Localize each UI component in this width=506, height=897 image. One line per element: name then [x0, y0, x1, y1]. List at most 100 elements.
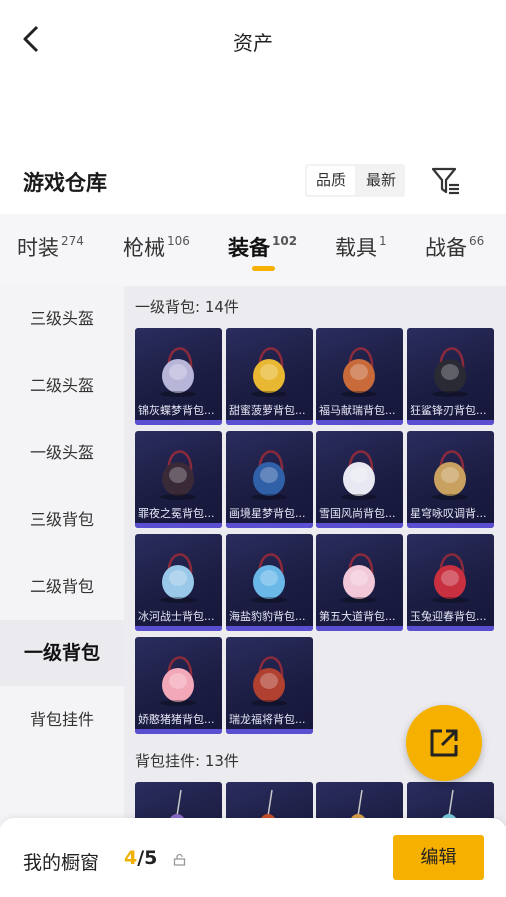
- rarity-bar: [226, 626, 313, 631]
- page-title: 资产: [233, 31, 273, 55]
- item-card[interactable]: 瑞龙福将背包...: [226, 637, 313, 734]
- rarity-bar: [226, 729, 313, 734]
- section-title: 游戏仓库: [23, 171, 107, 195]
- rarity-bar: [316, 420, 403, 425]
- item-name: 画境星梦背包...: [229, 507, 306, 520]
- item-name: 娇憨猪猪背包...: [138, 713, 215, 726]
- rarity-bar: [316, 626, 403, 631]
- item-name: 福马献瑞背包...: [319, 404, 396, 417]
- top-bar: 资产: [0, 0, 506, 80]
- tab-count: 66: [469, 234, 485, 248]
- tab-count: 106: [167, 234, 190, 248]
- tab-count: 1: [379, 234, 387, 248]
- tab-fashion[interactable]: 时装 274: [17, 232, 84, 262]
- tab-label: 装备: [228, 236, 270, 260]
- item-thumbnail-icon: [251, 450, 287, 500]
- item-card[interactable]: 狂鲨锋刃背包...: [407, 328, 494, 425]
- rarity-bar: [135, 729, 222, 734]
- warehouse-section-header: 游戏仓库 品质 最新: [0, 160, 506, 205]
- item-name: 冰河战士背包...: [138, 610, 215, 623]
- share-button[interactable]: [406, 705, 482, 781]
- item-thumbnail-icon: [160, 656, 196, 706]
- rarity-bar: [226, 523, 313, 528]
- item-name: 星穹咏叹调背...: [410, 507, 487, 520]
- item-card[interactable]: 第五大道背包...: [316, 534, 403, 631]
- sort-quality-option[interactable]: 品质: [307, 166, 355, 195]
- item-card[interactable]: 锦灰蝶梦背包...: [135, 328, 222, 425]
- sort-latest-option[interactable]: 最新: [357, 164, 405, 197]
- sidebar-item-backpack-charm[interactable]: 背包挂件: [0, 687, 124, 753]
- item-thumbnail-icon: [341, 553, 377, 603]
- tab-combat-gear[interactable]: 战备 66: [425, 232, 484, 262]
- item-thumbnail-icon: [432, 553, 468, 603]
- filter-icon[interactable]: [430, 165, 462, 197]
- item-card[interactable]: 画境星梦背包...: [226, 431, 313, 528]
- tab-count: 274: [61, 234, 84, 248]
- item-card[interactable]: 冰河战士背包...: [135, 534, 222, 631]
- item-thumbnail-icon: [251, 347, 287, 397]
- item-card[interactable]: 海盐豹豹背包...: [226, 534, 313, 631]
- tab-label: 载具: [335, 236, 377, 260]
- item-name: 瑞龙福将背包...: [229, 713, 306, 726]
- item-card[interactable]: 雪国风尚背包...: [316, 431, 403, 528]
- showcase-count: 4/5: [124, 847, 157, 869]
- tab-equipment[interactable]: 装备 102: [228, 232, 297, 262]
- sort-toggle: 品质 最新: [305, 164, 405, 197]
- item-thumbnail-icon: [160, 553, 196, 603]
- item-name: 狂鲨锋刃背包...: [410, 404, 487, 417]
- group-title-level1-backpack: 一级背包: 14件: [135, 298, 239, 316]
- sidebar-item-level1-helmet[interactable]: 一级头盔: [0, 420, 124, 486]
- item-card[interactable]: 星穹咏叹调背...: [407, 431, 494, 528]
- showcase-total: /5: [137, 847, 158, 869]
- item-card[interactable]: 罪夜之冕背包...: [135, 431, 222, 528]
- tab-label: 战备: [425, 236, 467, 260]
- rarity-bar: [407, 626, 494, 631]
- item-card[interactable]: 甜蜜菠萝背包...: [226, 328, 313, 425]
- item-card[interactable]: 福马献瑞背包...: [316, 328, 403, 425]
- rarity-bar: [316, 523, 403, 528]
- rarity-bar: [135, 626, 222, 631]
- item-thumbnail-icon: [160, 347, 196, 397]
- active-tab-indicator: [252, 266, 275, 271]
- assets-page: 资产 游戏仓库 品质 最新 时装 274 枪械 106 装备 102 载具 1 战备 66…: [0, 0, 506, 897]
- item-name: 锦灰蝶梦背包...: [138, 404, 215, 417]
- item-name: 第五大道背包...: [319, 610, 396, 623]
- item-thumbnail-icon: [341, 450, 377, 500]
- edit-button[interactable]: 编辑: [393, 835, 484, 880]
- item-thumbnail-icon: [341, 347, 377, 397]
- tab-firearms[interactable]: 枪械 106: [123, 232, 190, 262]
- item-thumbnail-icon: [432, 347, 468, 397]
- item-card[interactable]: 娇憨猪猪背包...: [135, 637, 222, 734]
- subcategory-sidebar: 三级头盔 二级头盔 一级头盔 三级背包 二级背包 一级背包 背包挂件: [0, 286, 124, 826]
- item-name: 罪夜之冕背包...: [138, 507, 215, 520]
- tab-vehicles[interactable]: 载具 1: [335, 232, 387, 262]
- item-name: 海盐豹豹背包...: [229, 610, 306, 623]
- tab-label: 时装: [17, 236, 59, 260]
- rarity-bar: [135, 523, 222, 528]
- item-thumbnail-icon: [432, 450, 468, 500]
- rarity-bar: [407, 523, 494, 528]
- item-name: 甜蜜菠萝背包...: [229, 404, 306, 417]
- tab-count: 102: [272, 234, 298, 248]
- rarity-bar: [407, 420, 494, 425]
- showcase-label: 我的橱窗: [23, 852, 100, 874]
- item-name: 玉兔迎春背包...: [410, 610, 487, 623]
- showcase-bar: 我的橱窗 4/5 编辑: [0, 818, 506, 897]
- sidebar-item-level1-backpack[interactable]: 一级背包: [0, 620, 124, 686]
- sidebar-item-level3-helmet[interactable]: 三级头盔: [0, 286, 124, 352]
- group-title-backpack-charm: 背包挂件: 13件: [135, 752, 239, 770]
- item-name: 雪国风尚背包...: [319, 507, 396, 520]
- lock-icon: [173, 853, 186, 866]
- tab-label: 枪械: [123, 236, 165, 260]
- item-thumbnail-icon: [251, 656, 287, 706]
- share-icon: [430, 729, 458, 757]
- category-tabs: 时装 274 枪械 106 装备 102 载具 1 战备 66: [0, 214, 506, 286]
- rarity-bar: [135, 420, 222, 425]
- item-thumbnail-icon: [160, 450, 196, 500]
- showcase-current: 4: [124, 847, 138, 869]
- sidebar-item-level3-backpack[interactable]: 三级背包: [0, 487, 124, 553]
- sidebar-item-level2-helmet[interactable]: 二级头盔: [0, 353, 124, 419]
- item-card[interactable]: 玉兔迎春背包...: [407, 534, 494, 631]
- rarity-bar: [226, 420, 313, 425]
- sidebar-item-level2-backpack[interactable]: 二级背包: [0, 554, 124, 620]
